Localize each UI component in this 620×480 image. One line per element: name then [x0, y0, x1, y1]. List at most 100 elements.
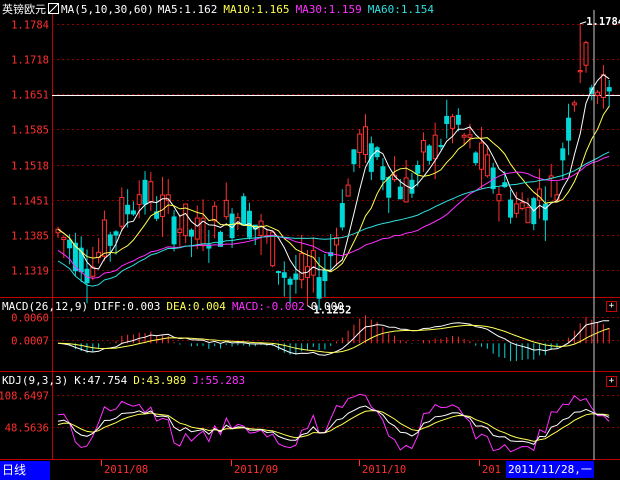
candle-body: [519, 202, 525, 210]
candle-body: [171, 216, 177, 245]
price-tick: 1.1451: [11, 196, 49, 208]
macd-dea: DEA:0.004: [166, 300, 226, 313]
candle-body: [450, 116, 456, 129]
candle-body: [101, 219, 107, 257]
candle-body: [339, 203, 345, 228]
candle-body: [426, 145, 432, 161]
candle-body: [380, 166, 386, 180]
candle-body: [560, 148, 566, 161]
macd-header: MACD(26,12,9) DIFF:0.003 DEA:0.004 MACD:-0.…: [2, 300, 350, 313]
date-tick: 2011/10: [362, 464, 406, 476]
macd-params: MACD(26,12,9): [2, 300, 89, 313]
candle-body: [142, 179, 148, 205]
macd-dea-line: [57, 324, 610, 354]
ma-legend-icon: [48, 3, 59, 14]
candle-body: [403, 177, 409, 203]
candle-body: [455, 114, 461, 125]
price-tick: 1.1585: [11, 125, 49, 137]
candle-body: [606, 87, 612, 92]
kdj-k: K:47.754: [74, 374, 128, 387]
candle-body: [299, 253, 305, 281]
price-tick: 1.1319: [11, 266, 49, 278]
kdj-expand-button[interactable]: +: [606, 376, 617, 387]
candle-body: [397, 186, 403, 200]
candle-body: [136, 194, 142, 205]
main-header: 英镑欧元 MA(5,10,30,60) MA5:1.162 MA10:1.165 MA3…: [2, 1, 440, 17]
candle-body: [310, 250, 316, 276]
ma5-value: MA5:1.162: [157, 3, 218, 16]
candle-body: [432, 134, 438, 160]
candle-body: [351, 149, 357, 165]
kdj-tick: 108.6497: [0, 391, 49, 403]
candle-body: [508, 199, 514, 218]
candle-body: [194, 217, 200, 240]
candle-body: [421, 140, 427, 153]
candle-body: [484, 154, 490, 177]
macd-value: MACD:-0.002: [231, 300, 305, 313]
macd-extra: 0.000: [310, 300, 344, 313]
candle-body: [281, 272, 287, 278]
candle-body: [61, 236, 67, 241]
candle-body: [513, 203, 519, 214]
candle-body: [363, 126, 369, 156]
candle-body: [571, 102, 577, 106]
candle-body: [322, 269, 328, 282]
candle-body: [130, 210, 136, 215]
macd-diff-line: [57, 320, 610, 356]
candle-body: [473, 152, 479, 164]
ma10-value: MA10:1.165: [223, 3, 290, 16]
candle-body: [525, 207, 531, 224]
kdj-d: D:43.989: [133, 374, 187, 387]
candle-body: [577, 70, 583, 73]
candle-body: [217, 231, 223, 247]
candle-body: [600, 74, 606, 99]
macd-expand-button[interactable]: +: [606, 301, 617, 312]
candle-body: [566, 117, 572, 141]
candle-body: [595, 91, 601, 96]
ma10-line: [57, 105, 610, 273]
ma60-value: MA60:1.154: [367, 3, 435, 16]
candle-body: [415, 164, 421, 174]
candle-body: [270, 231, 276, 267]
candle-body: [542, 203, 548, 221]
price-tick: 1.1385: [11, 231, 49, 243]
macd-diff: DIFF:0.003: [94, 300, 161, 313]
candle-body: [258, 220, 264, 236]
candle-body: [386, 177, 392, 198]
candle-body: [241, 196, 247, 226]
ma5-line: [57, 74, 610, 274]
candle-body: [119, 197, 125, 227]
candle-body: [316, 277, 322, 299]
candle-body: [159, 194, 165, 217]
candle-body: [67, 239, 73, 249]
macd-tick: 0.0007: [11, 336, 49, 348]
candle-body: [461, 134, 467, 138]
candle-body: [357, 133, 363, 153]
candle-body: [212, 205, 218, 222]
kdj-params: KDJ(9,3,3): [2, 374, 69, 387]
candle-body: [113, 231, 119, 236]
ma-params: MA(5,10,30,60): [61, 3, 154, 16]
period-label[interactable]: 日线: [0, 461, 50, 480]
price-tick: 1.1651: [11, 90, 49, 102]
ma30-value: MA30:1.159: [295, 3, 362, 16]
candle-body: [287, 278, 293, 285]
candle-body: [368, 143, 374, 172]
price-tick: 1.1718: [11, 55, 49, 67]
candle-body: [496, 193, 502, 202]
candle-body: [223, 199, 229, 218]
date-tick: 2011/08: [104, 464, 148, 476]
candle-body: [345, 184, 351, 197]
date-tick: 201: [482, 464, 501, 476]
kdj-tick: 48.5636: [5, 423, 49, 435]
candle-body: [444, 115, 450, 125]
candle-body: [583, 42, 589, 66]
macd-tick: 0.0060: [11, 313, 49, 325]
stock-chart[interactable]: 1.17841.1252 1.17841.17181.16511.15851.1…: [0, 0, 620, 480]
candle-body: [438, 145, 444, 148]
kdj-d-line: [57, 410, 610, 442]
candle-body: [177, 228, 183, 233]
date-tick: 2011/09: [234, 464, 278, 476]
candle-body: [275, 271, 281, 274]
cursor-date: 2011/11/28,一: [506, 461, 594, 478]
